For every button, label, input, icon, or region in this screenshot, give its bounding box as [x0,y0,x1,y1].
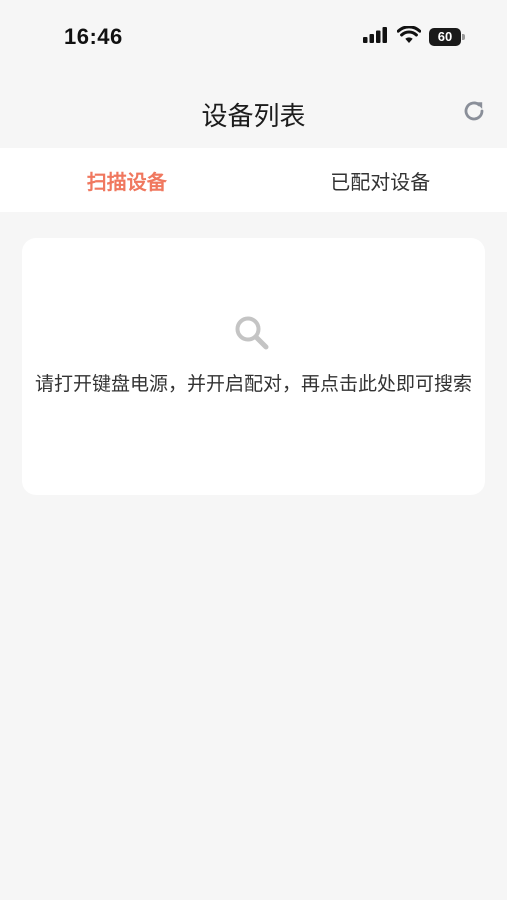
refresh-button[interactable] [459,98,489,128]
empty-state-message: 请打开键盘电源，并开启配对，再点击此处即可搜索 [34,373,472,395]
status-icons: 60 [363,25,465,48]
page-title: 设备列表 [201,102,306,132]
status-bar: 16:46 60 [0,0,507,72]
wifi-icon [396,25,422,48]
refresh-icon [461,98,487,128]
tab-scan-devices[interactable]: 扫描设备 [0,148,254,212]
battery-level: 60 [437,29,453,44]
nav-bar: 设备列表 [0,84,507,144]
scan-empty-card[interactable]: 请打开键盘电源，并开启配对，再点击此处即可搜索 [22,238,485,495]
status-time: 16:46 [64,24,123,49]
search-icon [232,314,272,354]
tab-bar: 扫描设备 已配对设备 [0,148,507,212]
signal-icon [363,27,389,47]
tab-paired-devices[interactable]: 已配对设备 [254,148,507,212]
battery-icon: 60 [429,28,465,46]
